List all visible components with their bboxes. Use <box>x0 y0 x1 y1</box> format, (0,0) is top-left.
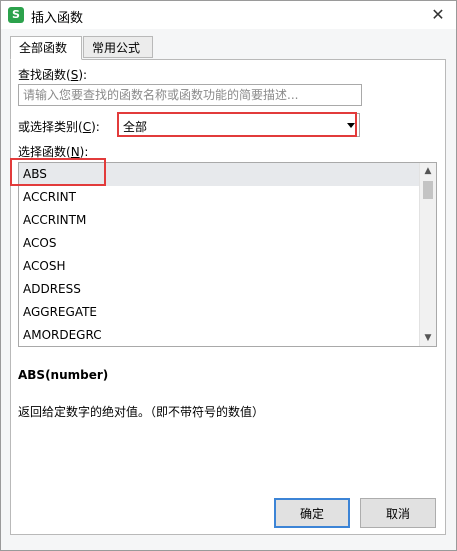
category-label: 或选择类别(C): <box>18 120 100 134</box>
title-bar: S 插入函数 ✕ <box>1 1 456 29</box>
dropdown-arrow-icon <box>347 123 355 128</box>
function-item-acos[interactable]: ACOS <box>19 232 419 255</box>
tab-all-functions[interactable]: 全部函数 <box>10 36 82 60</box>
function-description: 返回给定数字的绝对值。（即不带符号的数值） <box>18 405 265 419</box>
function-item-abs[interactable]: ABS <box>19 163 419 186</box>
function-list[interactable]: ABS ACCRINT ACCRINTM ACOS ACOSH ADDRESS … <box>18 162 437 347</box>
list-scrollbar[interactable]: ▲ ▼ <box>419 163 436 346</box>
function-item-accrint[interactable]: ACCRINT <box>19 186 419 209</box>
dialog-title: 插入函数 <box>31 11 84 26</box>
tab-common-formulas[interactable]: 常用公式 <box>83 36 153 58</box>
function-item-aggregate[interactable]: AGGREGATE <box>19 301 419 324</box>
function-item-amordegrc[interactable]: AMORDEGRC <box>19 324 419 346</box>
function-signature: ABS(number) <box>18 368 109 382</box>
category-select-value: 全部 <box>123 120 148 134</box>
function-item-acosh[interactable]: ACOSH <box>19 255 419 278</box>
function-list-label: 选择函数(N): <box>18 145 89 159</box>
cancel-button[interactable]: 取消 <box>360 498 436 528</box>
function-item-address[interactable]: ADDRESS <box>19 278 419 301</box>
category-select[interactable]: 全部 <box>118 113 360 137</box>
close-icon[interactable]: ✕ <box>425 3 451 27</box>
scroll-up-icon[interactable]: ▲ <box>420 163 436 179</box>
search-label: 查找函数(S): <box>18 68 88 82</box>
wps-spreadsheet-icon: S <box>8 7 24 23</box>
function-item-accrintm[interactable]: ACCRINTM <box>19 209 419 232</box>
scroll-thumb[interactable] <box>423 181 433 199</box>
ok-button[interactable]: 确定 <box>274 498 350 528</box>
search-input[interactable] <box>18 84 362 106</box>
scroll-down-icon[interactable]: ▼ <box>420 330 436 346</box>
